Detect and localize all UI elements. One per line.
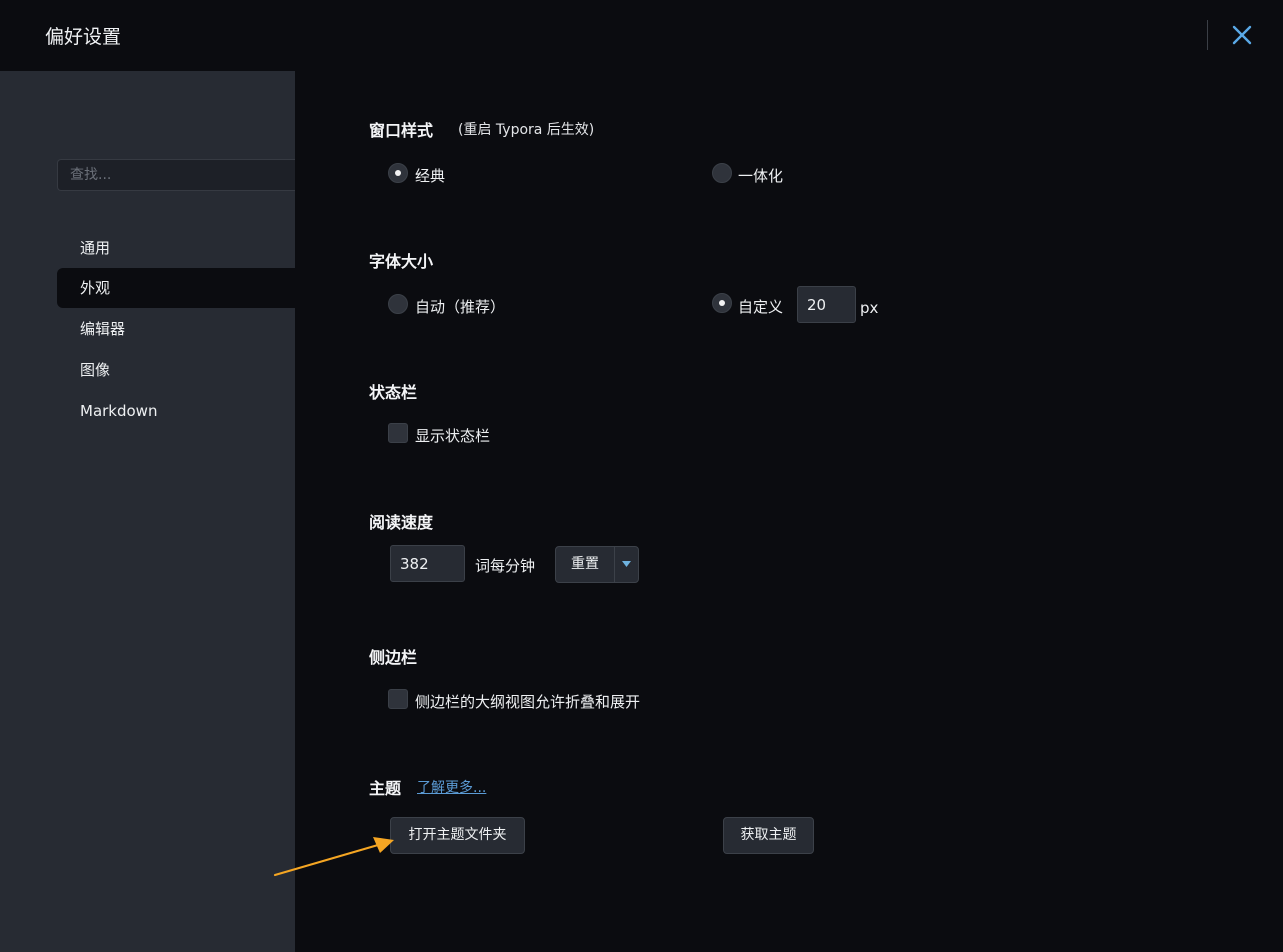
radio-classic[interactable] bbox=[388, 163, 408, 183]
title-bar: 偏好设置 bbox=[0, 0, 1283, 71]
sidebar-item-appearance[interactable]: 外观 bbox=[57, 268, 295, 308]
radio-classic-label: 经典 bbox=[415, 167, 446, 185]
radio-unified[interactable] bbox=[712, 163, 732, 183]
radio-unified-label: 一体化 bbox=[738, 167, 784, 185]
sidebar-item-general[interactable]: 通用 bbox=[57, 228, 295, 268]
radio-font-auto-label: 自动（推荐） bbox=[415, 298, 506, 316]
sidebar-item-image[interactable]: 图像 bbox=[57, 350, 295, 390]
open-theme-folder-button[interactable]: 打开主题文件夹 bbox=[390, 817, 525, 854]
learn-more-link[interactable]: 了解更多... bbox=[417, 777, 486, 797]
outline-collapse-label: 侧边栏的大纲视图允许折叠和展开 bbox=[415, 693, 641, 711]
show-status-bar-checkbox[interactable] bbox=[388, 423, 408, 443]
sidebar bbox=[0, 71, 295, 952]
reading-speed-unit: 词每分钟 bbox=[475, 557, 536, 575]
reading-speed-input[interactable] bbox=[390, 545, 465, 582]
outline-collapse-checkbox[interactable] bbox=[388, 689, 408, 709]
font-size-unit: px bbox=[860, 299, 879, 317]
status-bar-title: 状态栏 bbox=[369, 383, 418, 402]
reading-speed-title: 阅读速度 bbox=[369, 513, 434, 532]
close-icon bbox=[1232, 25, 1252, 45]
sidebar-item-markdown[interactable]: Markdown bbox=[57, 391, 295, 431]
font-size-title: 字体大小 bbox=[369, 252, 434, 271]
radio-font-auto[interactable] bbox=[388, 294, 408, 314]
window-style-note: (重启 Typora 后生效) bbox=[458, 122, 595, 138]
title-divider bbox=[1207, 20, 1208, 50]
arrow-annotation-icon bbox=[273, 837, 394, 877]
side-panel-title: 侧边栏 bbox=[369, 648, 418, 667]
search-input[interactable] bbox=[57, 159, 295, 191]
radio-font-custom[interactable] bbox=[712, 293, 732, 313]
reset-dropdown-button[interactable] bbox=[614, 546, 639, 583]
get-themes-button[interactable]: 获取主题 bbox=[723, 817, 814, 854]
window-style-title: 窗口样式 bbox=[369, 121, 434, 140]
font-size-input[interactable] bbox=[797, 286, 856, 323]
radio-font-custom-label: 自定义 bbox=[738, 298, 784, 316]
reset-button[interactable]: 重置 bbox=[555, 546, 615, 583]
triangle-down-icon bbox=[622, 561, 631, 567]
theme-title: 主题 bbox=[369, 779, 402, 798]
window-title: 偏好设置 bbox=[45, 26, 122, 48]
close-button[interactable] bbox=[1226, 19, 1258, 51]
show-status-bar-label: 显示状态栏 bbox=[415, 427, 491, 445]
sidebar-item-editor[interactable]: 编辑器 bbox=[57, 309, 295, 349]
